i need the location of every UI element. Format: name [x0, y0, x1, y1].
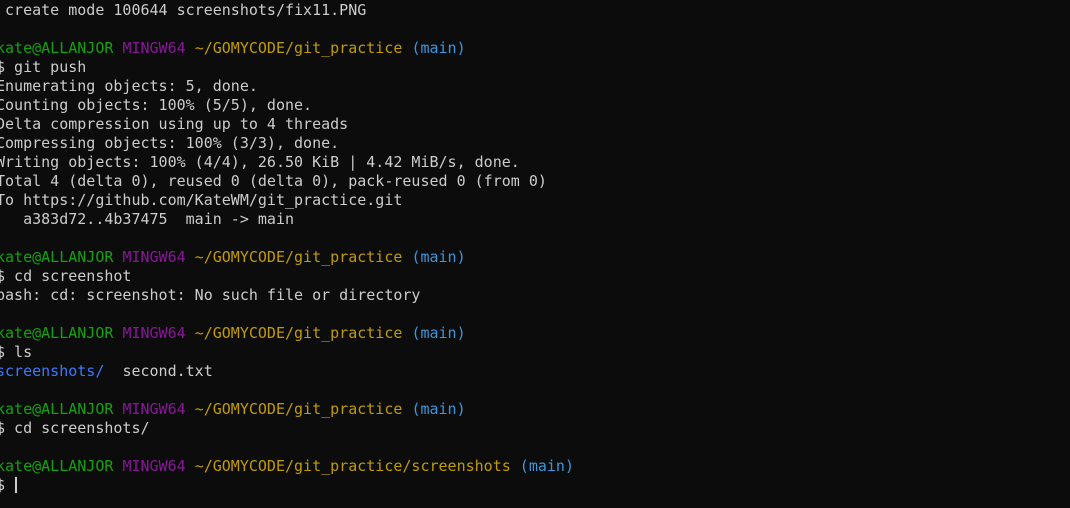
terminal-output: create mode 100644 screenshots/fix11.PNG… — [0, 1, 574, 495]
prompt-line: kate@ALLANJOR MINGW64 ~/GOMYCODE/git_pra… — [0, 248, 574, 267]
terminal-line: create mode 100644 screenshots/fix11.PNG — [0, 1, 367, 19]
output-line: Counting objects: 100% (5/5), done. — [0, 96, 313, 114]
ls-directory-entry: screenshots/ — [0, 362, 105, 380]
prompt-user-host: kate@ALLANJOR — [0, 324, 114, 342]
output-line: Delta compression using up to 4 threads — [0, 115, 349, 133]
prompt-system: MINGW64 — [122, 457, 186, 475]
prompt-user-host: kate@ALLANJOR — [0, 400, 114, 418]
output-line: To https://github.com/KateWM/git_practic… — [0, 191, 403, 209]
output-line: Compressing objects: 100% (3/3), done. — [0, 134, 340, 152]
prompt-branch: (main) — [411, 248, 466, 266]
command-line: $ cd screenshots/ — [0, 419, 150, 437]
prompt-path: ~/GOMYCODE/git_practice — [194, 400, 403, 418]
output-line: Total 4 (delta 0), reused 0 (delta 0), p… — [0, 172, 547, 190]
prompt-line: kate@ALLANJOR MINGW64 ~/GOMYCODE/git_pra… — [0, 400, 574, 419]
prompt-system: MINGW64 — [122, 324, 186, 342]
prompt-line: kate@ALLANJOR MINGW64 ~/GOMYCODE/git_pra… — [0, 39, 574, 58]
prompt-path: ~/GOMYCODE/git_practice — [194, 39, 403, 57]
ls-file-entry: second.txt — [122, 362, 213, 380]
output-line: Enumerating objects: 5, done. — [0, 77, 258, 95]
terminal-window[interactable]: create mode 100644 screenshots/fix11.PNG… — [0, 0, 1070, 508]
prompt-path: ~/GOMYCODE/git_practice — [194, 324, 403, 342]
prompt-branch: (main) — [411, 400, 466, 418]
ls-separator — [104, 362, 122, 380]
output-line: Writing objects: 100% (4/4), 26.50 KiB |… — [0, 153, 520, 171]
prompt-branch: (main) — [411, 324, 466, 342]
prompt-system: MINGW64 — [122, 39, 186, 57]
ls-output-line: screenshots/ second.txt — [0, 362, 574, 381]
prompt-path: ~/GOMYCODE/git_practice — [194, 248, 403, 266]
command-line: $ git push — [0, 58, 87, 76]
prompt-user-host: kate@ALLANJOR — [0, 457, 114, 475]
input-prompt: $ — [0, 476, 6, 494]
prompt-branch: (main) — [411, 39, 466, 57]
prompt-system: MINGW64 — [122, 400, 186, 418]
error-line: bash: cd: screenshot: No such file or di… — [0, 286, 421, 304]
command-line: $ cd screenshot — [0, 267, 132, 285]
prompt-system: MINGW64 — [122, 248, 186, 266]
prompt-line: kate@ALLANJOR MINGW64 ~/GOMYCODE/git_pra… — [0, 324, 574, 343]
command-line: $ ls — [0, 343, 33, 361]
command-input-line[interactable]: $ — [0, 476, 574, 495]
prompt-path: ~/GOMYCODE/git_practice/screenshots — [194, 457, 511, 475]
prompt-user-host: kate@ALLANJOR — [0, 248, 114, 266]
prompt-line: kate@ALLANJOR MINGW64 ~/GOMYCODE/git_pra… — [0, 457, 574, 476]
text-cursor — [15, 477, 18, 493]
prompt-branch: (main) — [519, 457, 574, 475]
prompt-user-host: kate@ALLANJOR — [0, 39, 114, 57]
output-line: a383d72..4b37475 main -> main — [0, 210, 295, 228]
